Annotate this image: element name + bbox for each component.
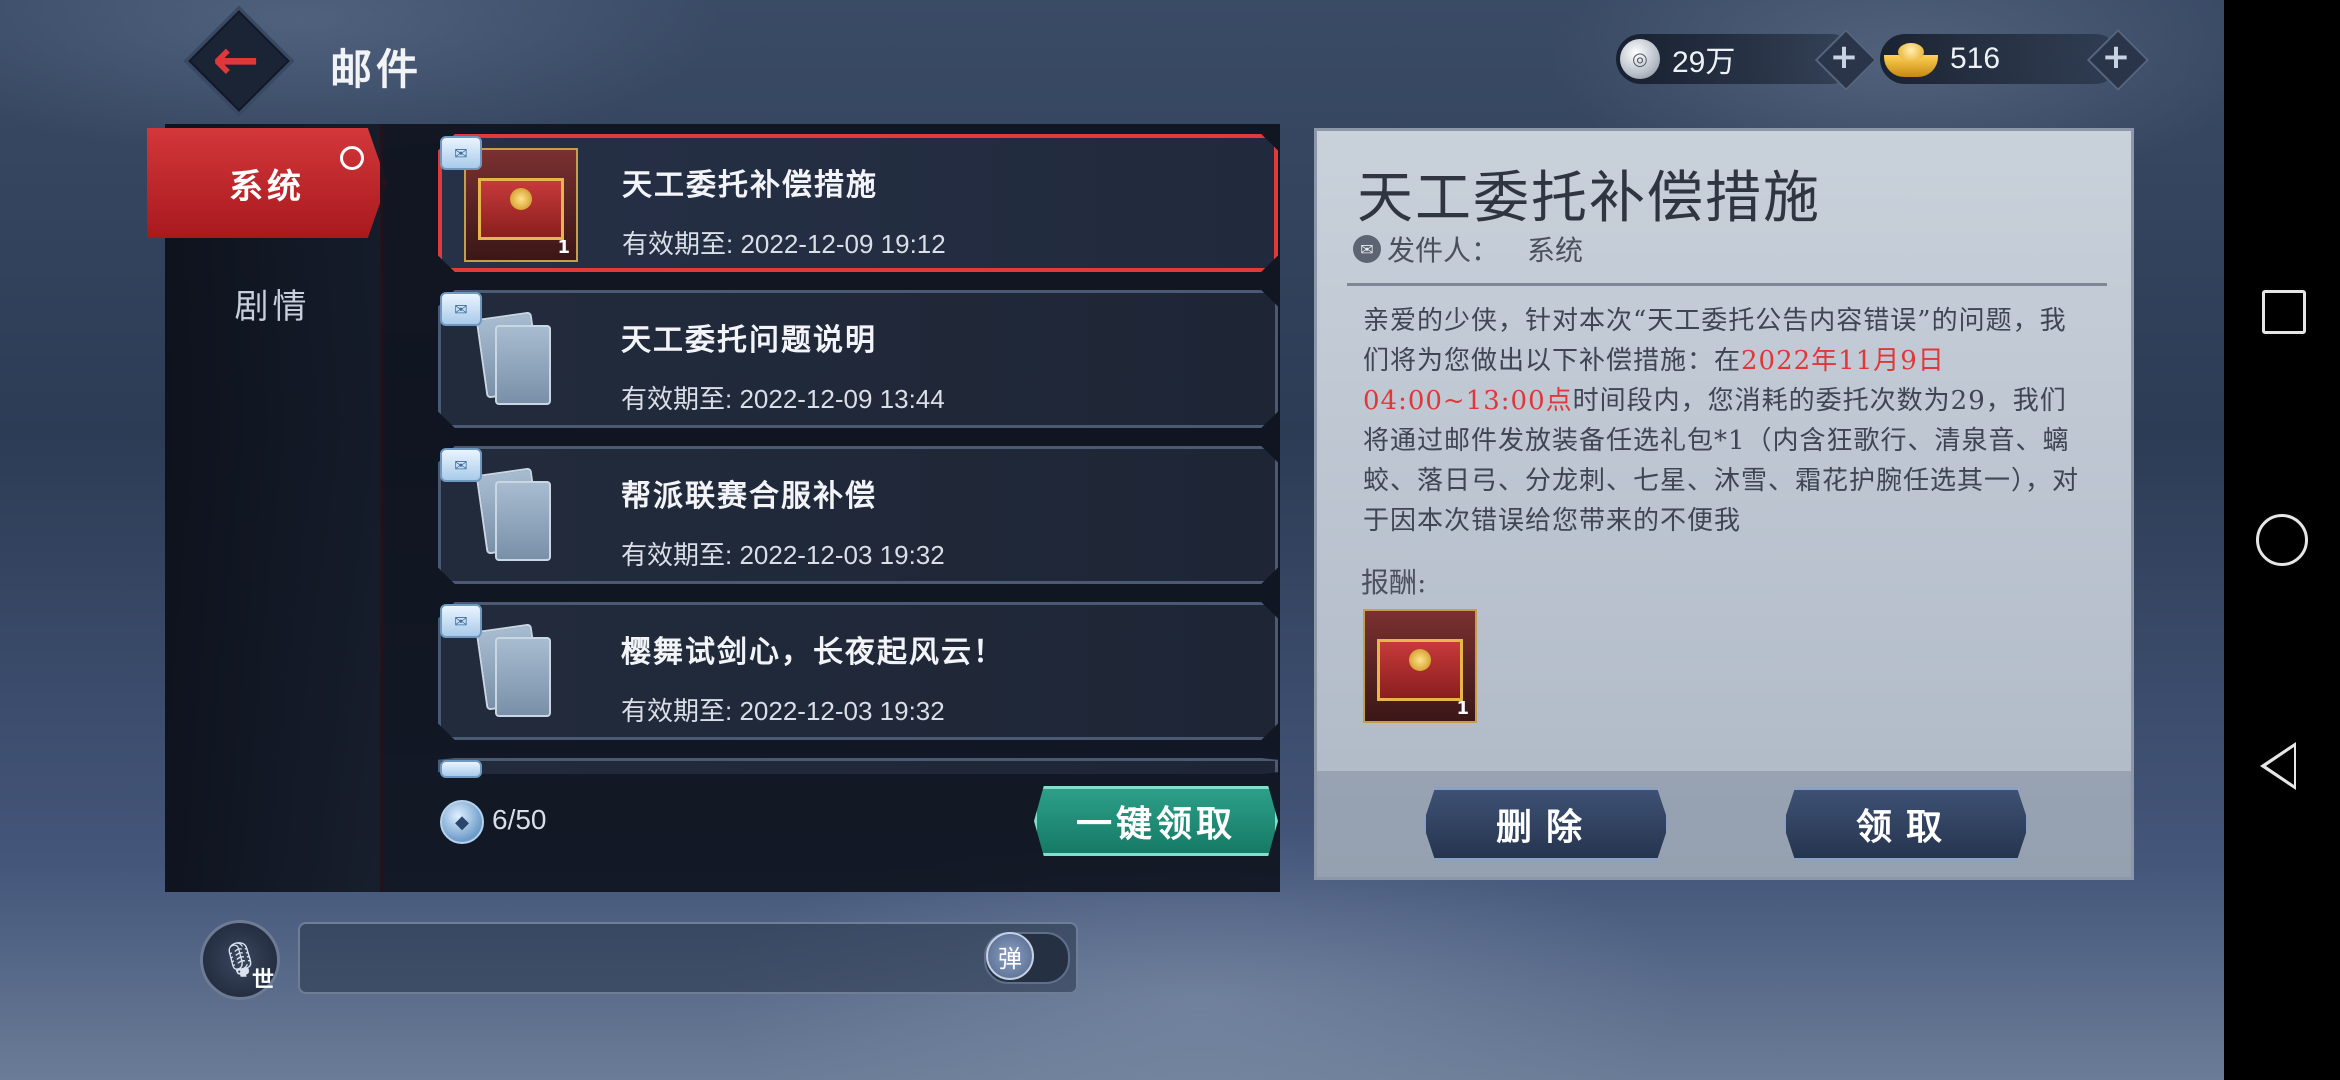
home-icon[interactable]: [2256, 514, 2308, 566]
letter-icon: [475, 623, 555, 719]
unread-dot-icon: [340, 146, 364, 170]
back-icon-inner: [2266, 747, 2294, 785]
detail-title: 天工委托补偿措施: [1357, 166, 1821, 231]
chat-input[interactable]: [298, 922, 1078, 994]
mail-item[interactable]: 1 天工委托补偿措施 有效期至: 2022-12-09 19:12: [438, 134, 1278, 272]
mail-item[interactable]: 樱舞试剑心，长夜起风云！ 有效期至: 2022-12-03 19:32: [438, 602, 1278, 740]
reward-count: 1: [1456, 698, 1469, 719]
envelope-icon: ✉: [440, 292, 482, 326]
plus-icon[interactable]: +: [1821, 34, 1867, 80]
delete-button[interactable]: 删除: [1423, 787, 1669, 861]
mail-item[interactable]: 帮派联赛合服补偿 有效期至: 2022-12-03 19:32: [438, 446, 1278, 584]
tab-label: 剧情: [234, 286, 311, 327]
mail-expiry: 有效期至: 2022-12-09 13:44: [621, 384, 945, 414]
plus-icon[interactable]: +: [2093, 34, 2139, 80]
claim-button[interactable]: 领取: [1783, 787, 2029, 861]
sender-icon: ✉: [1353, 235, 1381, 263]
back-arrow-icon[interactable]: ←: [203, 28, 269, 94]
mail-body-text: 亲爱的少侠，针对本次“天工委托公告内容错误”的问题，我们将为您做出以下补偿措施：…: [1363, 301, 2093, 541]
world-channel-label: 世: [252, 968, 275, 993]
body-text: 亲爱的少侠，针对本次“天工委托公告内容错误”的问题，我们将为您做出以下补偿措施：…: [1363, 306, 2067, 376]
envelope-icon: ✉: [440, 604, 482, 638]
sender-row: ✉ 发件人： 系统: [1353, 229, 1583, 269]
envelope-icon: [440, 760, 482, 778]
mailbox-capacity-icon: ◆: [440, 800, 484, 844]
mail-expiry: 有效期至: 2022-12-03 19:32: [621, 540, 945, 570]
page-title: 邮件: [330, 45, 423, 94]
tab-system[interactable]: 系统: [147, 128, 387, 238]
mail-title: 帮派联赛合服补偿: [621, 479, 877, 514]
envelope-icon: ✉: [440, 448, 482, 482]
mail-title: 天工委托补偿措施: [622, 168, 878, 203]
mail-expiry: 有效期至: 2022-12-03 19:32: [621, 696, 945, 726]
item-count: 1: [557, 237, 570, 258]
sender-label: 发件人：: [1387, 234, 1500, 267]
mail-expiry: 有效期至: 2022-12-09 19:12: [622, 229, 946, 259]
silver-coin-icon: ◎: [1620, 39, 1660, 79]
gold-currency: 516: [1880, 34, 2120, 84]
mail-category-sidebar: 系统 剧情: [147, 124, 387, 892]
envelope-icon: ✉: [440, 136, 482, 170]
danmaku-knob[interactable]: 弹: [986, 932, 1034, 980]
divider: [1347, 283, 2107, 286]
reward-label: 报酬:: [1361, 566, 1427, 599]
claim-all-button[interactable]: 一键领取: [1034, 786, 1278, 856]
gold-amount: 516: [1950, 42, 2001, 75]
reward-chest-icon[interactable]: 1: [1363, 609, 1477, 723]
letter-icon: [475, 467, 555, 563]
mail-item[interactable]: 天工委托问题说明 有效期至: 2022-12-09 13:44: [438, 290, 1278, 428]
gold-ingot-icon: [1884, 41, 1938, 77]
mail-item-partial[interactable]: [438, 758, 1278, 774]
letter-icon: [475, 311, 555, 407]
recent-apps-icon[interactable]: [2262, 290, 2306, 334]
tab-label: 系统: [229, 166, 305, 207]
silver-amount: 29万: [1672, 46, 1736, 79]
mail-detail-panel: 天工委托补偿措施 ✉ 发件人： 系统 亲爱的少侠，针对本次“天工委托公告内容错误…: [1314, 128, 2134, 880]
mail-count: 6/50: [492, 804, 547, 835]
mail-title: 天工委托问题说明: [621, 323, 877, 358]
mail-title: 樱舞试剑心，长夜起风云！: [621, 635, 1005, 670]
tab-story[interactable]: 剧情: [165, 248, 380, 358]
sender-name: 系统: [1527, 234, 1584, 267]
